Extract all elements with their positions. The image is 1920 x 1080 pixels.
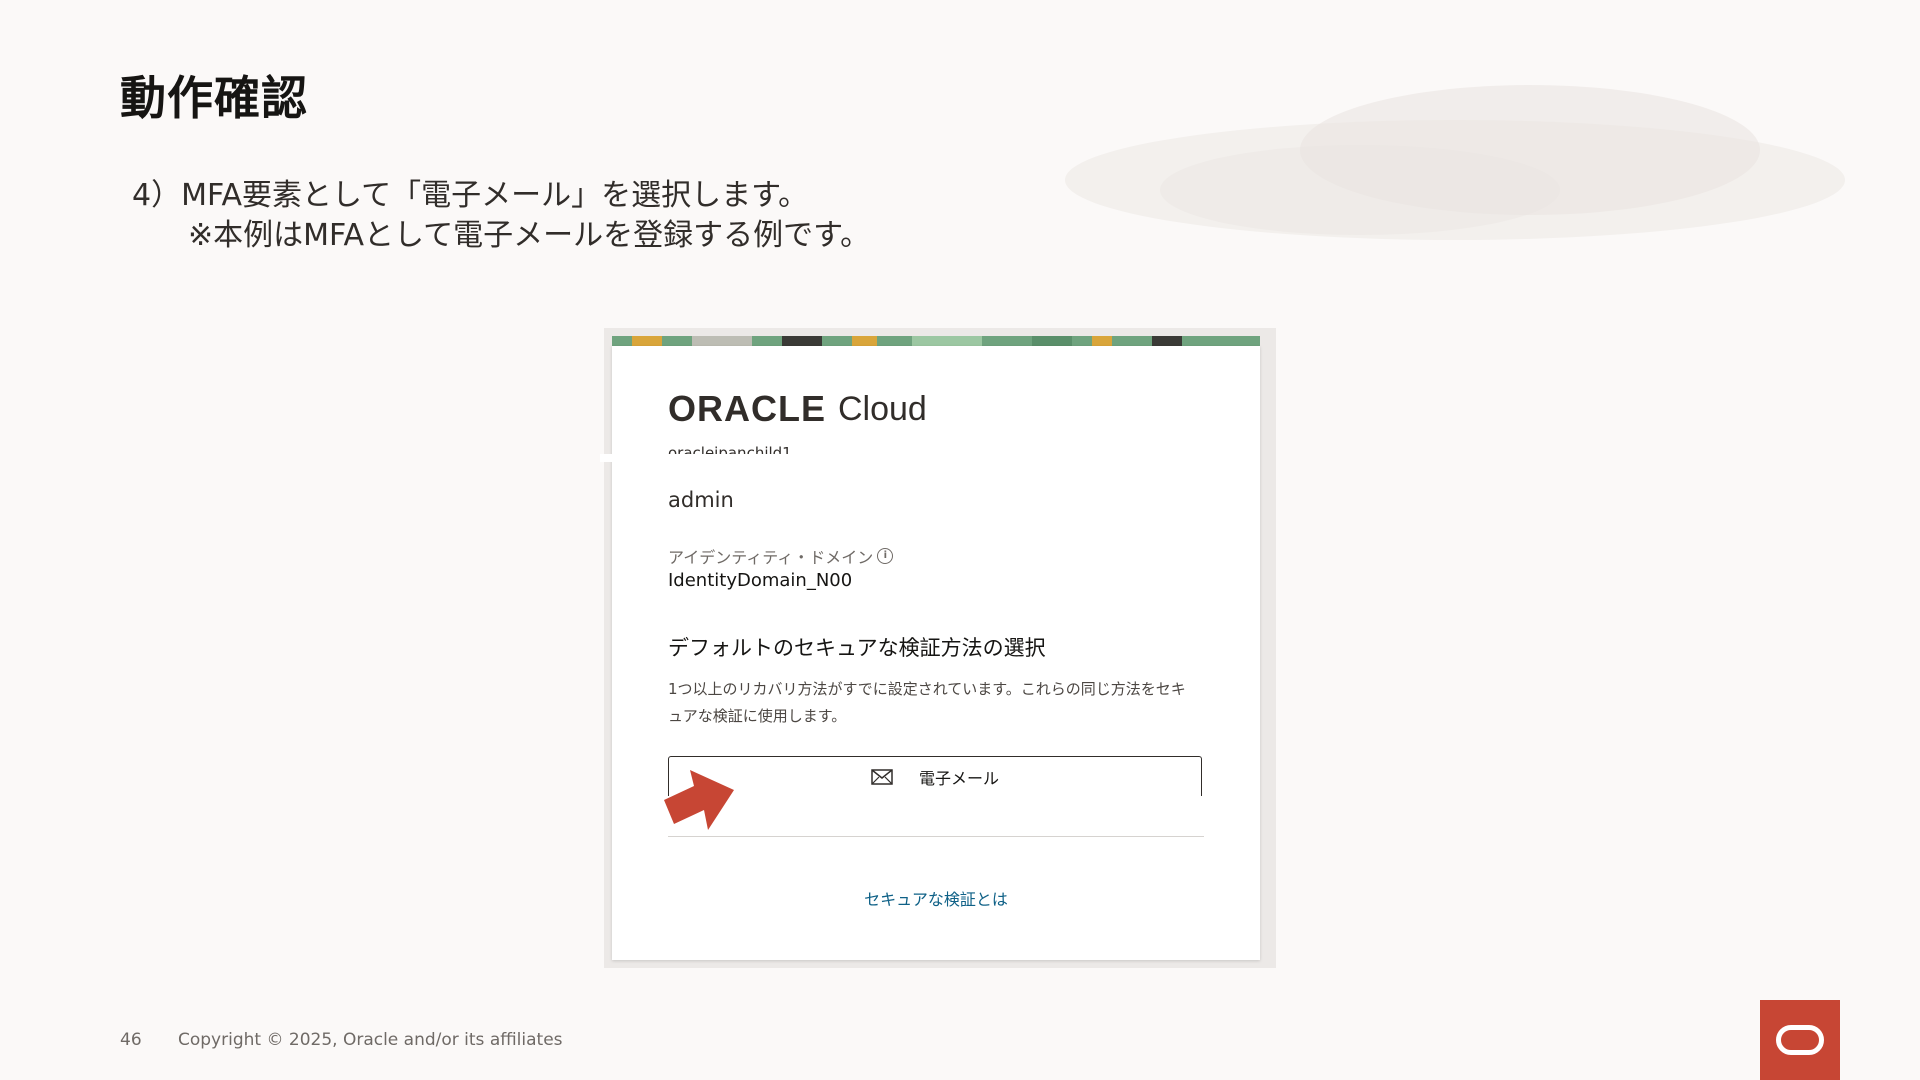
tenant-mask	[600, 454, 740, 462]
tenant-name: oracleipanchild1	[668, 444, 792, 454]
info-icon[interactable]: i	[877, 548, 894, 564]
embedded-screenshot: ORACLE Cloud oracleipanchild1 admin アイデン…	[600, 328, 1276, 968]
section-heading: デフォルトのセキュアな検証方法の選択	[668, 636, 1046, 660]
login-card: ORACLE Cloud oracleipanchild1 admin アイデン…	[600, 346, 1260, 960]
slide-title: 動作確認	[120, 71, 308, 125]
copyright: Copyright © 2025, Oracle and/or its affi…	[178, 1030, 563, 1050]
instruction-line-1: 4）MFA要素として「電子メール」を選択します。	[132, 178, 809, 213]
divider	[668, 836, 1204, 837]
section-description: 1つ以上のリカバリ方法がすでに設定されています。これらの同じ方法をセキュアな検証…	[668, 680, 1186, 725]
domain-label: アイデンティティ・ドメイン i	[668, 544, 894, 568]
secure-verification-help-link[interactable]: セキュアな検証とは	[612, 886, 1260, 910]
instruction-line-2: ※本例はMFAとして電子メールを登録する例です。	[188, 218, 871, 253]
logo-brand: ORACLE	[668, 388, 826, 429]
username: admin	[668, 488, 734, 512]
banner-image	[612, 336, 1260, 346]
instruction-text: 4）MFA要素として「電子メール」を選択します。 ※本例はMFAとして電子メール…	[132, 176, 870, 256]
domain-label-text: アイデンティティ・ドメイン	[668, 548, 874, 567]
oracle-o-icon	[1776, 1025, 1824, 1055]
slide: 動作確認 4）MFA要素として「電子メール」を選択します。 ※本例はMFAとして…	[0, 0, 1920, 1080]
oracle-cloud-logo: ORACLE Cloud	[668, 388, 927, 430]
logo-product: Cloud	[838, 389, 927, 428]
domain-value: IdentityDomain_N00	[668, 570, 853, 591]
email-method-button[interactable]: 電子メール	[668, 756, 1202, 796]
pointer-arrow-icon	[664, 770, 734, 830]
decorative-pattern	[1065, 85, 1845, 240]
page-number: 46	[120, 1030, 142, 1050]
oracle-logo-badge	[1760, 1000, 1840, 1080]
email-method-label: 電子メール	[918, 768, 999, 788]
envelope-icon	[871, 768, 893, 785]
